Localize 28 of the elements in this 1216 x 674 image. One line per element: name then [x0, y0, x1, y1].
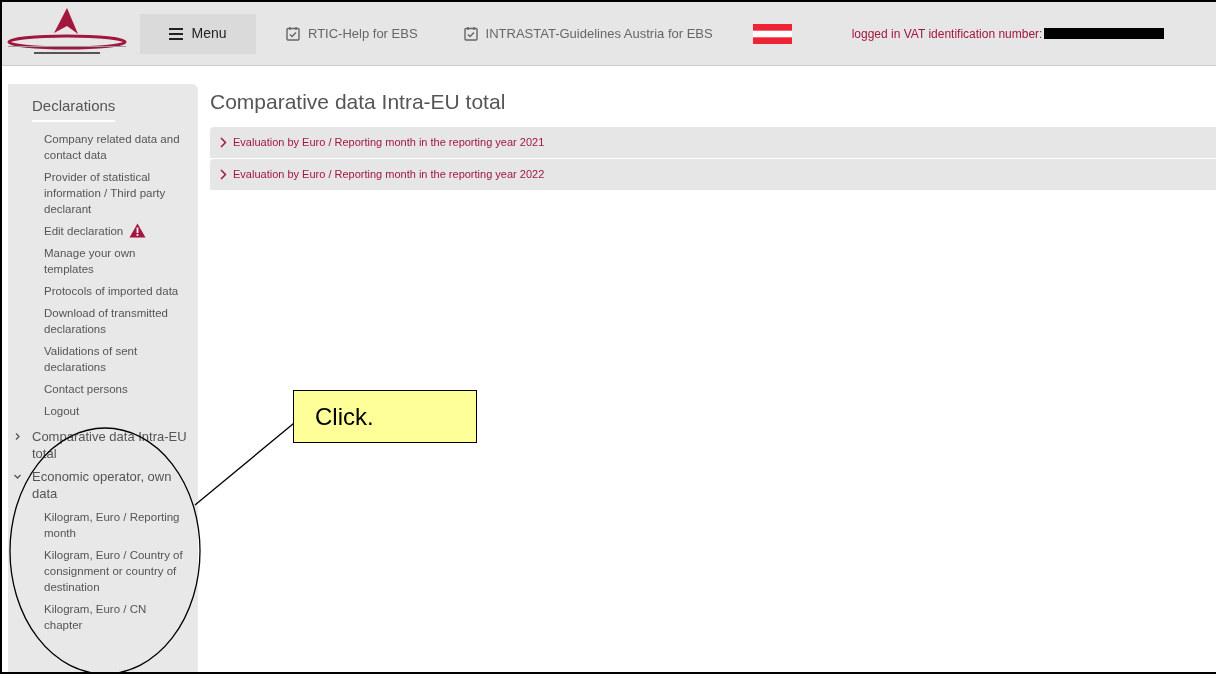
accordion-header[interactable]: Evaluation by Euro / Reporting month in the reporting year 2022 [210, 158, 1216, 190]
sidebar-item[interactable]: Logout [44, 402, 80, 419]
sidebar-item[interactable]: Protocols of imported data [44, 282, 179, 299]
austria-flag-icon [752, 23, 792, 44]
sidebar-heading[interactable]: Declarations [32, 95, 116, 122]
accordion-header[interactable]: Evaluation by Euro / Reporting month in the reporting year 2021 [210, 126, 1216, 158]
sidebar-section[interactable]: Economic operator, own data [32, 467, 192, 502]
help-link[interactable]: RTIC-Help for EBS [286, 23, 418, 44]
help-link[interactable]: INTRASTAT-Guidelines Austria for EBS [463, 23, 713, 44]
sidebar-item[interactable]: Contact persons [44, 380, 128, 397]
sidebar-item[interactable]: Provider of statistical information / Third party declarant [44, 168, 186, 217]
calendar-check-icon [463, 26, 478, 41]
page-title: Comparative data Intra-EU total [210, 89, 507, 115]
sidebar-item[interactable]: Kilogram, Euro / Reporting month [44, 508, 186, 541]
login-label: logged in VAT identification number: [851, 25, 1043, 43]
chevron-right-icon [220, 168, 227, 180]
sidebar-item[interactable]: Kilogram, Euro / CN chapter [44, 600, 186, 633]
calendar-check-icon [286, 26, 300, 41]
chevron-right-icon [220, 136, 227, 148]
sidebar-item[interactable]: Kilogram, Euro / Country of consignment or country of destination [44, 546, 186, 595]
sidebar-item[interactable]: Manage your own templates [44, 244, 186, 277]
sidebar-item[interactable]: Download of transmitted declarations [44, 304, 186, 337]
callout-box: Click. [293, 390, 477, 443]
menu-icon [169, 27, 184, 40]
sidebar-item[interactable]: Validations of sent declarations [44, 342, 186, 375]
sidebar-item[interactable]: Company related data and contact data [44, 130, 186, 163]
menu-button[interactable]: Menu [140, 13, 256, 54]
sidebar-item[interactable]: Edit declaration [44, 222, 124, 239]
